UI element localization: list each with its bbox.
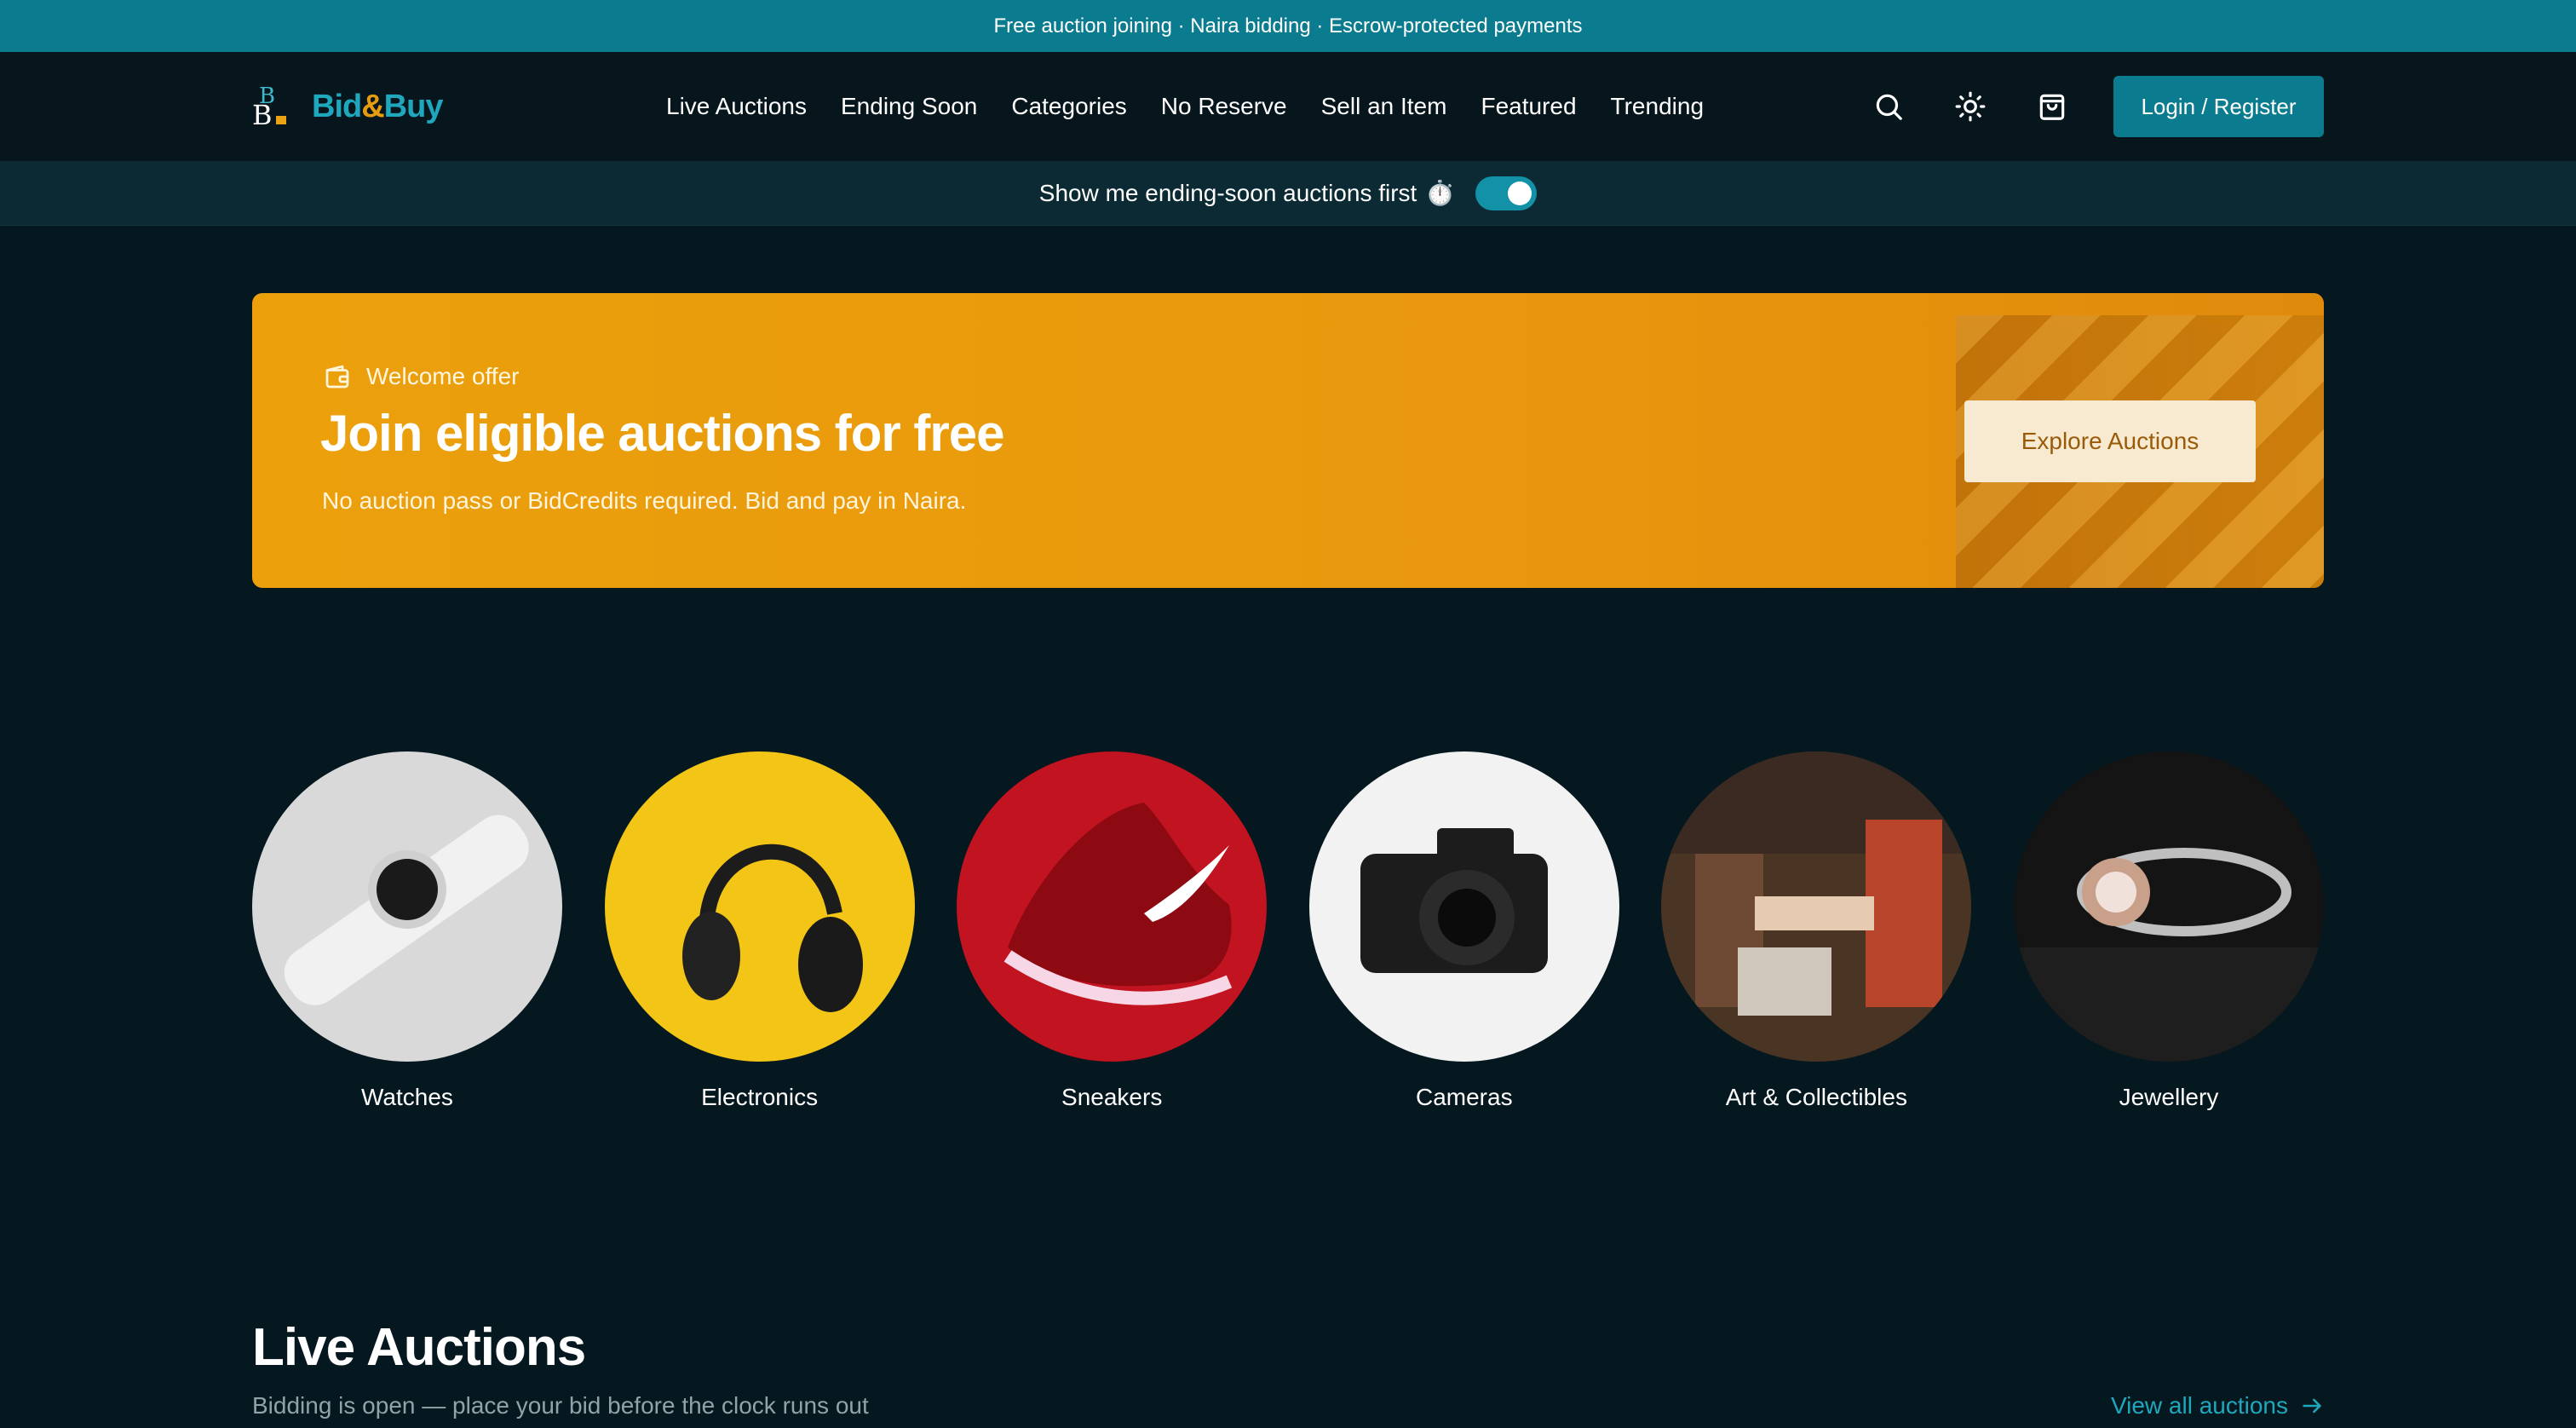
- arrow-right-icon: [2303, 1398, 2321, 1414]
- live-auctions-heading: Live Auctions: [252, 1318, 586, 1377]
- welcome-offer-banner: Welcome offer Join eligible auctions for…: [252, 293, 2324, 588]
- category-carousel: Watches Electronics Sneakers Cameras Art…: [252, 751, 2324, 1111]
- ending-soon-preference-bar: Show me ending-soon auctions first ⏱️: [0, 161, 2576, 226]
- cart-button[interactable]: [2011, 76, 2093, 137]
- category-watches-image: [252, 751, 562, 1062]
- category-sneakers[interactable]: Sneakers: [957, 751, 1268, 1111]
- announcement-text: Free auction joining · Naira bidding · E…: [993, 14, 1583, 37]
- category-sneakers-image: [957, 751, 1268, 1062]
- category-art-collectibles-image: [1661, 751, 1972, 1062]
- category-cameras-label: Cameras: [1415, 1084, 1513, 1110]
- login-register-button[interactable]: Login / Register: [2113, 76, 2324, 137]
- category-watches-label: Watches: [361, 1084, 453, 1110]
- theme-toggle-button[interactable]: [1929, 76, 2011, 137]
- promo-tag: Welcome offer: [322, 361, 519, 392]
- header-actions: Login / Register: [1848, 76, 2324, 137]
- category-electronics[interactable]: Electronics: [604, 751, 915, 1111]
- view-all-auctions-link[interactable]: View all auctions: [2111, 1392, 2324, 1419]
- category-electronics-label: Electronics: [701, 1084, 819, 1110]
- promo-title: Join eligible auctions for free: [320, 405, 1004, 462]
- category-cameras-image: [1308, 751, 1619, 1062]
- brand-wordmark: Bid&Buy: [312, 88, 443, 124]
- category-art-collectibles[interactable]: Art & Collectibles: [1661, 751, 1972, 1111]
- nav-categories[interactable]: Categories: [1011, 93, 1126, 120]
- category-jewellery-label: Jewellery: [2119, 1084, 2219, 1110]
- shopping-bag-icon: [2039, 94, 2065, 120]
- nav-featured[interactable]: Featured: [1481, 93, 1576, 120]
- category-jewellery[interactable]: Jewellery: [2013, 751, 2324, 1111]
- ending-soon-toggle-label: Show me ending-soon auctions first ⏱️: [1038, 179, 1456, 207]
- nav-live-auctions[interactable]: Live Auctions: [666, 93, 807, 120]
- search-button[interactable]: [1848, 76, 1929, 137]
- category-art-collectibles-label: Art & Collectibles: [1725, 1084, 1907, 1110]
- live-auctions-subtitle: Bidding is open — place your bid before …: [252, 1392, 869, 1419]
- category-cameras[interactable]: Cameras: [1308, 751, 1619, 1111]
- nav-no-reserve[interactable]: No Reserve: [1161, 93, 1287, 120]
- logo-mark-icon: BB: [252, 83, 293, 131]
- main-nav: Live Auctions Ending Soon Categories No …: [666, 93, 1704, 120]
- nav-sell-an-item[interactable]: Sell an Item: [1321, 93, 1447, 120]
- toggle-knob: [1508, 181, 1532, 205]
- nav-ending-soon[interactable]: Ending Soon: [841, 93, 977, 120]
- category-jewellery-image: [2013, 751, 2324, 1062]
- sun-icon: [1955, 91, 1986, 122]
- category-electronics-image: [604, 751, 915, 1062]
- category-sneakers-label: Sneakers: [1061, 1084, 1163, 1110]
- wallet-icon: [325, 365, 349, 389]
- brand-logo[interactable]: BB Bid&Buy: [252, 83, 443, 131]
- site-header: BB Bid&Buy Live Auctions Ending Soon Cat…: [0, 52, 2576, 161]
- announcement-bar: Free auction joining · Naira bidding · E…: [0, 0, 2576, 52]
- stopwatch-icon: ⏱️: [1425, 180, 1456, 206]
- explore-auctions-button[interactable]: Explore Auctions: [1964, 400, 2256, 482]
- ending-soon-toggle[interactable]: [1475, 176, 1538, 210]
- nav-trending[interactable]: Trending: [1611, 93, 1704, 120]
- category-watches[interactable]: Watches: [252, 751, 562, 1111]
- search-icon: [1876, 94, 1902, 120]
- promo-subtitle: No auction pass or BidCredits required. …: [322, 487, 967, 514]
